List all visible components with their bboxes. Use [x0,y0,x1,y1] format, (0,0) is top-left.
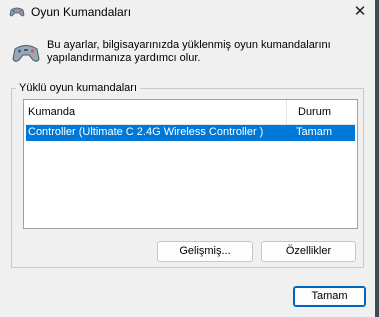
window-title: Oyun Kumandaları [31,5,132,19]
properties-button[interactable]: Özellikler [261,241,356,262]
list-header: Kumanda Durum [24,100,357,125]
close-icon: ✕ [353,3,367,20]
group-label: Yüklü oyun kumandaları [16,82,141,94]
description-text: Bu ayarlar, bilgisayarınızda yüklenmiş o… [47,39,331,64]
close-button[interactable]: ✕ [345,0,375,24]
ok-button[interactable]: Tamam [293,286,366,307]
column-header-name[interactable]: Kumanda [28,106,75,118]
column-header-status[interactable]: Durum [298,106,331,118]
advanced-button[interactable]: Gelişmiş... [157,241,253,262]
controller-name: Controller (Ultimate C 2.4G Wireless Con… [28,126,264,138]
gamepad-icon [8,4,26,20]
background-strip [375,0,379,317]
controllers-list[interactable]: Kumanda Durum Controller (Ultimate C 2.4… [23,99,358,229]
list-item[interactable]: Controller (Ultimate C 2.4G Wireless Con… [26,125,355,141]
gamepad-icon [11,40,41,66]
controller-status: Tamam [296,126,333,138]
column-separator[interactable] [286,100,287,124]
title-bar: Oyun Kumandaları ✕ [0,0,375,24]
